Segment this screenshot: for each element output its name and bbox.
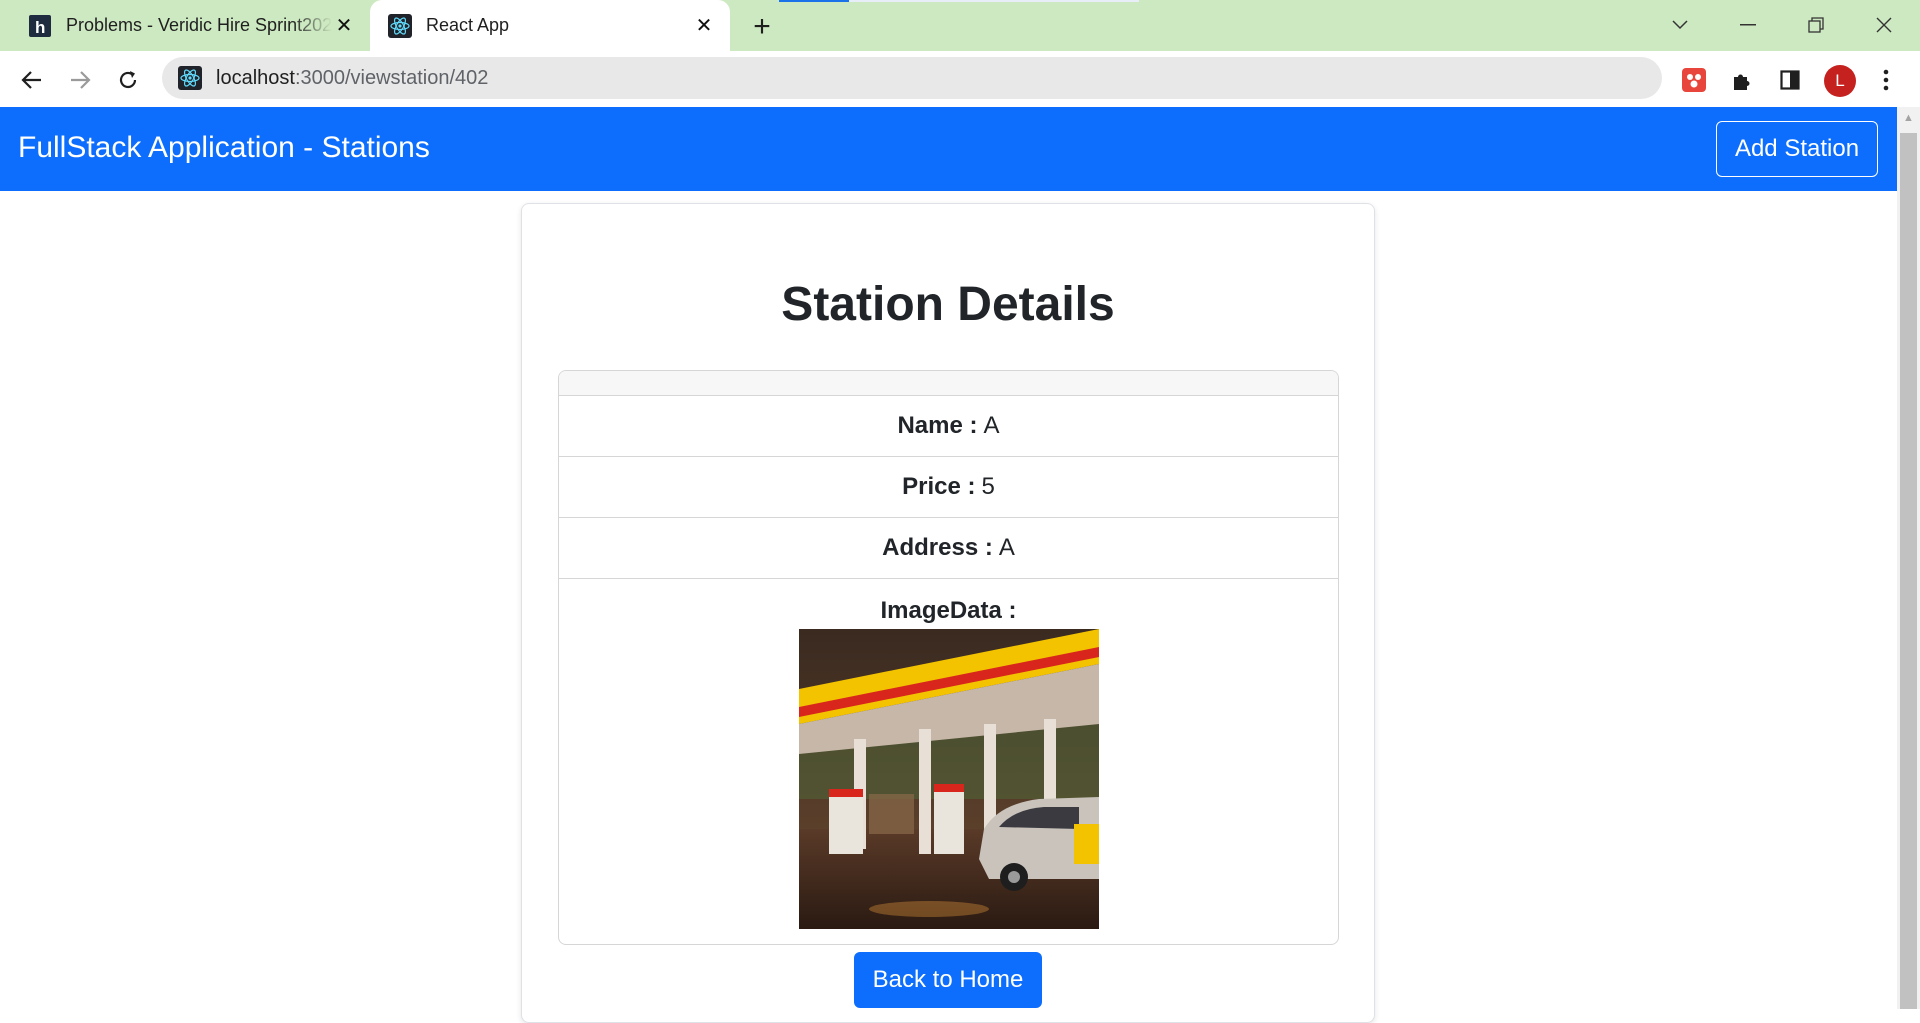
close-icon[interactable]: ✕	[332, 14, 356, 38]
details-list-header	[559, 371, 1338, 396]
app-navbar: FullStack Application - Stations Add Sta…	[0, 107, 1897, 191]
detail-row-image: ImageData :	[559, 579, 1338, 929]
tab-problems[interactable]: h Problems - Veridic Hire Sprint2023 ✕	[0, 0, 370, 51]
url-path: :3000/viewstation/402	[294, 66, 489, 89]
tab-title: Problems - Veridic Hire Sprint2023	[66, 15, 332, 35]
field-value: A	[998, 534, 1015, 561]
hackerrank-icon: h	[28, 14, 52, 38]
details-list: Name : A Price : 5 Address : A ImageData…	[558, 370, 1339, 945]
back-to-home-button[interactable]: Back to Home	[854, 952, 1042, 1008]
field-value: 5	[981, 473, 995, 500]
detail-row-address: Address : A	[559, 518, 1338, 579]
back-arrow-icon[interactable]	[16, 64, 48, 96]
tab-react-app[interactable]: React App ✕	[370, 0, 730, 51]
station-image	[798, 629, 1099, 929]
browser-tab-strip: h Problems - Veridic Hire Sprint2023 ✕ R…	[0, 0, 1920, 51]
field-label: Address :	[882, 534, 993, 561]
field-label: Name :	[897, 412, 978, 439]
add-station-button[interactable]: Add Station	[1716, 121, 1878, 177]
profile-avatar[interactable]: L	[1824, 65, 1856, 97]
field-label: Price :	[902, 473, 976, 500]
react-icon	[178, 66, 202, 90]
station-details-card: Station Details Name : A Price : 5 Addre…	[521, 203, 1375, 1023]
react-icon	[388, 13, 412, 38]
new-tab-icon[interactable]: +	[748, 10, 776, 43]
loading-indicator	[779, 0, 849, 2]
extension-icon[interactable]	[1678, 64, 1710, 96]
close-icon[interactable]: ✕	[692, 14, 716, 38]
loading-track	[849, 0, 1139, 2]
navbar-brand[interactable]: FullStack Application - Stations	[18, 131, 430, 165]
browser-toolbar: localhost:3000/viewstation/402 L	[0, 51, 1920, 107]
address-bar[interactable]: localhost:3000/viewstation/402	[162, 57, 1662, 99]
detail-row-price: Price : 5	[559, 457, 1338, 518]
tab-title: React App	[426, 15, 510, 35]
detail-row-name: Name : A	[559, 396, 1338, 457]
side-panel-icon[interactable]	[1774, 64, 1806, 96]
page-title: Station Details	[781, 278, 1115, 331]
svg-text:h: h	[35, 18, 45, 37]
tab-search-icon[interactable]	[1660, 10, 1700, 40]
minimize-icon[interactable]	[1728, 10, 1768, 40]
page-scrollbar[interactable]: ▲	[1897, 107, 1920, 1009]
url-host: localhost	[216, 66, 295, 89]
puzzle-icon[interactable]	[1726, 64, 1758, 96]
reload-icon[interactable]	[112, 64, 144, 96]
field-value: A	[983, 412, 1000, 439]
scroll-up-icon[interactable]: ▲	[1897, 107, 1920, 129]
forward-arrow-icon[interactable]	[64, 64, 96, 96]
more-menu-icon[interactable]	[1870, 64, 1902, 96]
field-label: ImageData :	[880, 597, 1017, 624]
close-window-icon[interactable]	[1864, 10, 1904, 40]
restore-icon[interactable]	[1796, 10, 1836, 40]
scroll-thumb[interactable]	[1900, 133, 1917, 1009]
